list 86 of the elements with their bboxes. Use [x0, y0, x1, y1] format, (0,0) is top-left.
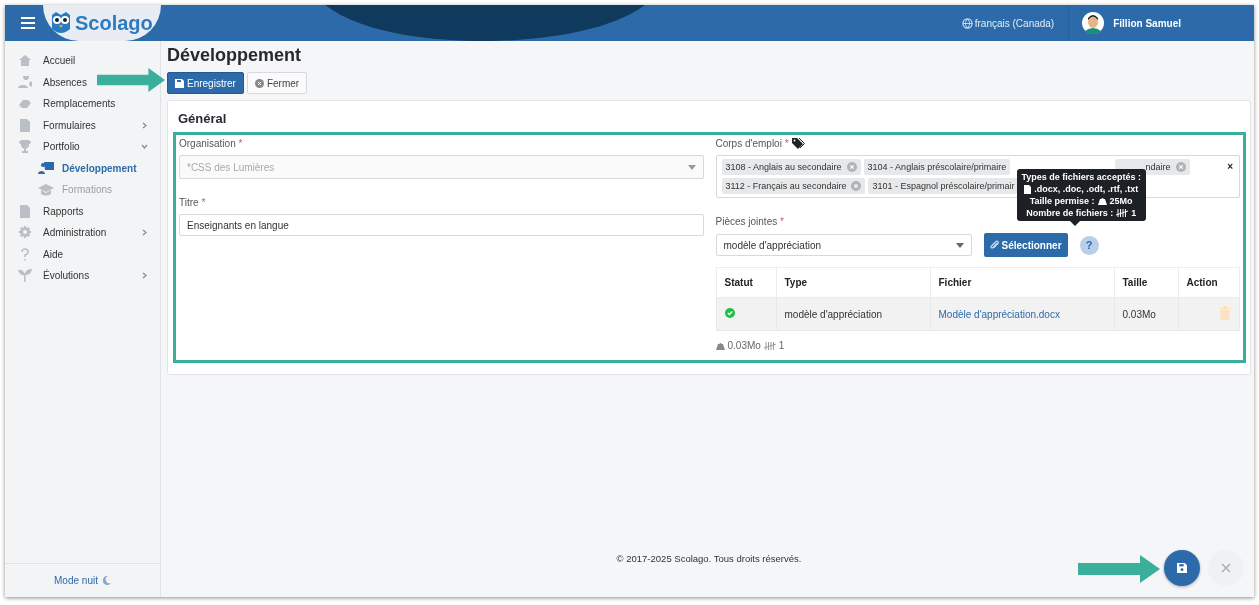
avatar-icon[interactable] [1082, 12, 1105, 34]
file-count: 1 [778, 340, 785, 351]
chevron-icon [141, 143, 148, 151]
language-selector[interactable]: français (Canada) [947, 5, 1070, 41]
tally-icon [763, 341, 776, 350]
table-cell: modèle d'appréciation [776, 297, 930, 331]
trophy-icon [18, 140, 32, 154]
moon-icon [102, 576, 111, 585]
weight-icon [715, 341, 725, 350]
gear-icon [18, 226, 32, 240]
page-title: Développement [167, 45, 303, 66]
column-header: Statut [716, 267, 776, 298]
tooltip-text: .docx, .doc, .odt, .rtf, .txt [1034, 184, 1139, 194]
dropdown-arrow-icon [955, 242, 964, 248]
weight-icon [1097, 197, 1107, 205]
plant-icon [18, 269, 32, 283]
remove-icon[interactable] [846, 162, 857, 172]
floating-save-button[interactable] [1164, 550, 1200, 586]
user-name[interactable]: Fillion Samuel [1113, 17, 1181, 29]
column-header: Type [776, 267, 930, 298]
clear-icon[interactable]: × [1227, 161, 1233, 194]
column-header: Fichier [930, 267, 1114, 298]
tally-icon [1116, 209, 1129, 217]
column-header: Action [1178, 267, 1240, 298]
tags-icon [791, 138, 805, 149]
tooltip-text: Nombre de fichiers : [1026, 208, 1114, 218]
tooltip-text: 25Mo [1109, 196, 1133, 206]
field-label: Titre * [179, 197, 206, 208]
sidebar-item[interactable]: Absences [5, 71, 87, 93]
logo-text: Scolago [75, 11, 153, 35]
document-icon [18, 118, 32, 132]
house-icon [18, 54, 32, 68]
chevron-icon [141, 121, 148, 129]
tooltip-text: Taille permise : [1029, 196, 1095, 206]
board-icon [38, 161, 54, 175]
field-label: Pièces jointes * [715, 216, 784, 227]
tooltip-text: 1 [1131, 208, 1137, 218]
chevron-icon [141, 272, 148, 280]
copyright-text: © 2017-2025 Scolago. Tous droits réservés. [616, 553, 802, 564]
tooltip-text: Types de fichiers acceptés : [1021, 172, 1141, 182]
sidebar-item[interactable]: Évolutions [5, 265, 160, 287]
graduation-cap-icon [38, 183, 54, 197]
field-label: Corps d'emploi * [715, 138, 789, 149]
tag: 3112 - Français au secondaire [721, 178, 866, 194]
trash-icon[interactable] [1219, 306, 1231, 320]
attachment-type-select[interactable]: modèle d'appréciation [715, 234, 972, 256]
person-icon [18, 75, 32, 89]
help-button[interactable]: ? [1079, 235, 1099, 255]
save-icon [175, 78, 184, 88]
sidebar-item[interactable]: Aide [5, 243, 63, 265]
file-icon [1024, 184, 1032, 194]
sidebar-item[interactable]: Portfolio [5, 136, 160, 158]
sidebar-subitem[interactable]: Développement [5, 157, 160, 179]
close-icon [254, 78, 264, 88]
sidebar-item[interactable]: Rapports [5, 200, 84, 222]
menu-icon[interactable] [21, 17, 35, 29]
owl-icon [50, 11, 72, 35]
title-field[interactable]: Enseignants en langue [179, 214, 704, 236]
save-button[interactable]: Enregistrer [167, 72, 244, 94]
table-cell: 0.03Mo [1114, 297, 1178, 331]
floating-close-button[interactable] [1208, 550, 1244, 586]
globe-icon [961, 17, 973, 29]
remove-icon[interactable] [1175, 162, 1186, 172]
select-file-button[interactable]: Sélectionner [983, 233, 1068, 257]
arrow-drawing [97, 68, 165, 92]
document-icon [18, 204, 32, 218]
save-icon [1177, 563, 1187, 573]
tag: 3104 - Anglais préscolaire/primaire [863, 159, 1011, 175]
paperclip-icon [989, 240, 999, 250]
sidebar-item[interactable]: Remplacements [5, 93, 116, 115]
close-icon [1221, 563, 1231, 573]
close-button[interactable]: Fermer [246, 72, 308, 94]
tag: 3101 - Espagnol préscolaire/primair [868, 178, 1019, 194]
total-size: 0.03Mo [727, 340, 761, 351]
section-title: Général [178, 111, 228, 126]
dropdown-arrow-icon [687, 164, 696, 170]
tag: 3108 - Anglais au secondaire [721, 159, 861, 175]
column-header: Taille [1114, 267, 1178, 298]
help-icon [18, 247, 32, 261]
remove-icon[interactable] [851, 181, 862, 191]
night-mode-toggle[interactable]: Mode nuit [48, 574, 117, 587]
sidebar-item[interactable]: Administration [5, 222, 160, 244]
sidebar-item[interactable]: Formulaires [5, 114, 160, 136]
chevron-icon [141, 229, 148, 237]
field-label: Organisation * [179, 138, 243, 149]
sidebar-item[interactable]: Accueil [5, 50, 76, 72]
